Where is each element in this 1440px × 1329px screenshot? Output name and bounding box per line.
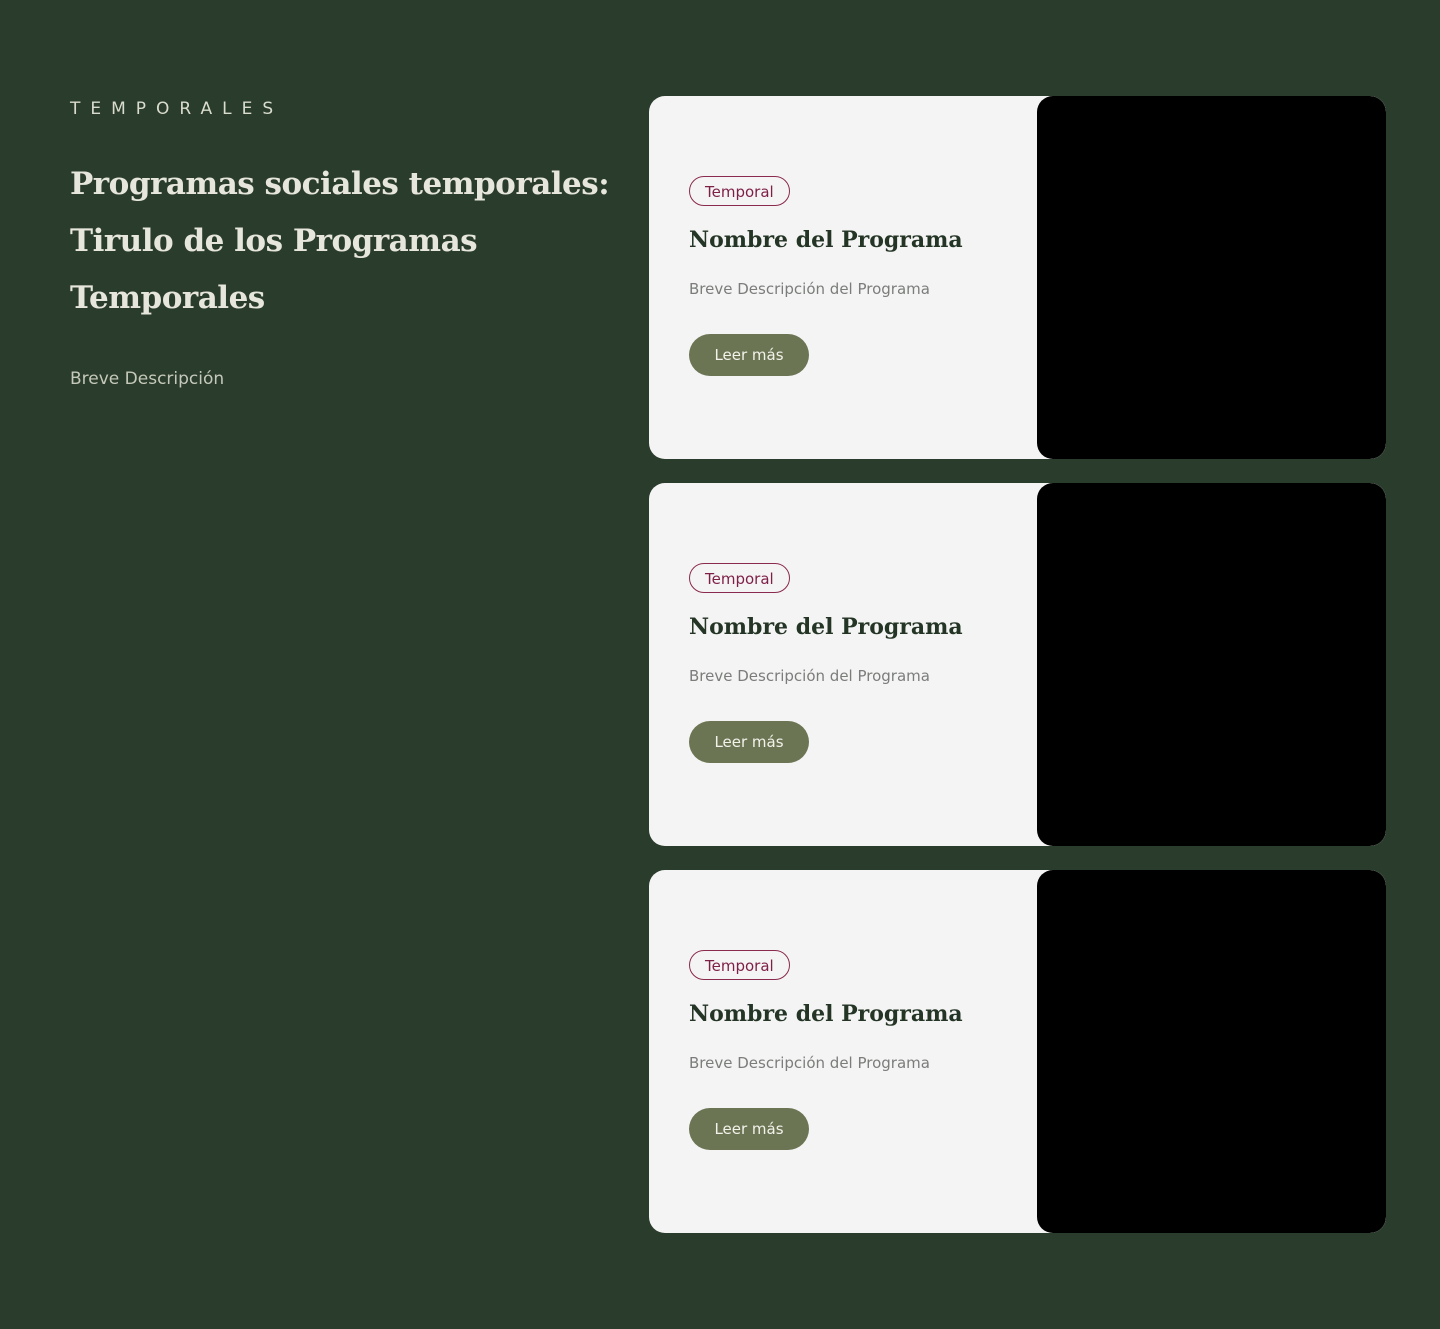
- program-title: Nombre del Programa: [689, 227, 963, 253]
- program-title: Nombre del Programa: [689, 1001, 963, 1027]
- read-more-button[interactable]: Leer más: [689, 334, 809, 376]
- program-tag: Temporal: [689, 176, 790, 206]
- program-image: [1037, 870, 1386, 1233]
- program-card: Temporal Nombre del Programa Breve Descr…: [649, 870, 1386, 1233]
- program-tag: Temporal: [689, 563, 790, 593]
- program-card-body: Temporal Nombre del Programa Breve Descr…: [689, 950, 1019, 1150]
- program-image: [1037, 96, 1386, 459]
- program-title: Nombre del Programa: [689, 614, 963, 640]
- program-card-body: Temporal Nombre del Programa Breve Descr…: [689, 176, 1019, 376]
- program-card: Temporal Nombre del Programa Breve Descr…: [649, 483, 1386, 846]
- program-description: Breve Descripción del Programa: [689, 667, 930, 685]
- program-description: Breve Descripción del Programa: [689, 1054, 930, 1072]
- section-description: Breve Descripción: [70, 369, 225, 389]
- read-more-button[interactable]: Leer más: [689, 1108, 809, 1150]
- program-tag: Temporal: [689, 950, 790, 980]
- program-card-list: Temporal Nombre del Programa Breve Descr…: [649, 96, 1386, 1257]
- section-headline: Programas sociales temporales: Tirulo de…: [70, 166, 610, 316]
- program-card-body: Temporal Nombre del Programa Breve Descr…: [689, 563, 1019, 763]
- section-eyebrow: TEMPORALES: [70, 99, 284, 119]
- program-description: Breve Descripción del Programa: [689, 280, 930, 298]
- read-more-button[interactable]: Leer más: [689, 721, 809, 763]
- intro-section: TEMPORALES Programas sociales temporales…: [70, 96, 610, 389]
- program-card: Temporal Nombre del Programa Breve Descr…: [649, 96, 1386, 459]
- program-image: [1037, 483, 1386, 846]
